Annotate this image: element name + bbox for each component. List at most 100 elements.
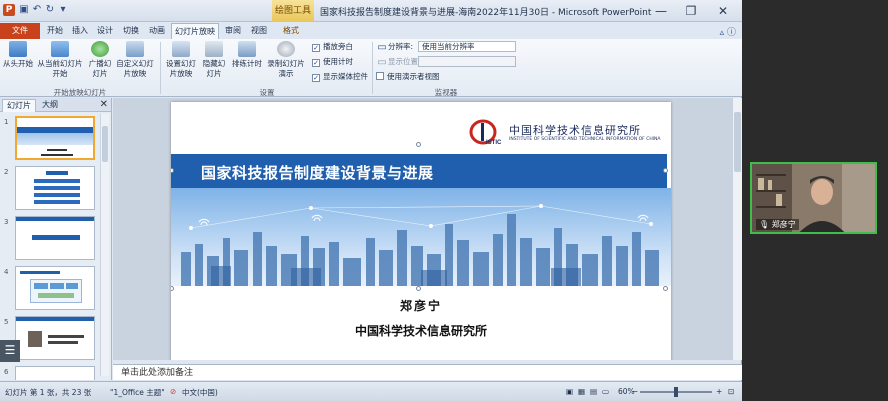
tab-slides[interactable]: 幻灯片 bbox=[2, 99, 36, 112]
resize-handle[interactable] bbox=[663, 286, 668, 291]
record-icon bbox=[277, 41, 295, 57]
tab-home[interactable]: 开始 bbox=[44, 23, 66, 39]
record-slide-show-button[interactable]: 录制幻灯片演示 bbox=[264, 41, 308, 79]
zoom-slider[interactable] bbox=[640, 387, 712, 397]
undo-icon[interactable]: ↶ bbox=[31, 4, 43, 16]
zoom-out-icon[interactable]: − bbox=[632, 387, 638, 396]
close-panel-icon[interactable]: ✕ bbox=[100, 98, 108, 112]
play-narrations-checkbox[interactable]: ✓ 播放旁白 bbox=[312, 42, 353, 52]
slide-counter: 幻灯片 第 1 张，共 23 张 bbox=[5, 388, 92, 397]
slide-thumbnail[interactable]: 3 bbox=[0, 216, 100, 262]
tab-slide-show[interactable]: 幻灯片放映 bbox=[171, 23, 219, 39]
istic-logo-icon: ISTIC bbox=[469, 119, 502, 146]
svg-text:ISTIC: ISTIC bbox=[486, 140, 502, 146]
tab-file[interactable]: 文件 bbox=[0, 23, 40, 39]
group-label-monitors: 监视器 bbox=[434, 88, 458, 97]
custom-show-button[interactable]: 自定义幻灯片放映 bbox=[114, 41, 156, 79]
title-bar: P ▣ ↶ ↻ ▾ 绘图工具 国家科技报告制度建设背景与进展-海南2022年11… bbox=[0, 0, 742, 22]
show-on-select[interactable] bbox=[418, 56, 516, 67]
webcam-participant-name: 🎙 郑彦宁 bbox=[756, 219, 799, 230]
slide-scrollbar[interactable] bbox=[732, 98, 742, 360]
from-beginning-button[interactable]: 从头开始 bbox=[2, 41, 34, 69]
rotate-handle[interactable] bbox=[416, 142, 421, 147]
close-icon[interactable]: ✕ bbox=[714, 3, 732, 19]
resize-handle[interactable] bbox=[171, 286, 174, 291]
powerpoint-logo-icon: P bbox=[3, 4, 15, 16]
current-slide[interactable]: ISTIC 中国科学技术信息研究所 INSTITUTE OF SCIENTIFI… bbox=[171, 102, 671, 360]
from-current-slide-button[interactable]: 从当前幻灯片开始 bbox=[36, 41, 84, 79]
slide-editor: ISTIC 中国科学技术信息研究所 INSTITUTE OF SCIENTIFI… bbox=[113, 98, 742, 360]
zoom-in-icon[interactable]: + bbox=[716, 387, 722, 396]
ribbon-separator bbox=[372, 42, 373, 94]
tab-transitions[interactable]: 切换 bbox=[120, 23, 142, 39]
tab-format[interactable]: 格式 bbox=[278, 23, 304, 39]
setup-icon bbox=[172, 41, 190, 57]
broadcast-icon bbox=[91, 41, 109, 57]
save-icon[interactable]: ▣ bbox=[18, 4, 30, 16]
ribbon-separator bbox=[160, 42, 161, 94]
tab-animations[interactable]: 动画 bbox=[146, 23, 168, 39]
minimize-icon[interactable]: — bbox=[652, 3, 670, 19]
istic-logo: ISTIC 中国科学技术信息研究所 INSTITUTE OF SCIENTIFI… bbox=[469, 118, 661, 148]
tab-outline[interactable]: 大纲 bbox=[38, 99, 62, 111]
show-on-label: 显示位置: bbox=[388, 57, 421, 66]
show-media-controls-checkbox[interactable]: ✓ 显示媒体控件 bbox=[312, 72, 368, 82]
custom-show-icon bbox=[126, 41, 144, 57]
hide-slide-button[interactable]: 隐藏幻灯片 bbox=[201, 41, 227, 79]
slide-thumbnail[interactable]: 4 bbox=[0, 266, 100, 312]
resize-handle[interactable] bbox=[663, 168, 668, 173]
language-indicator[interactable]: 中文(中国) bbox=[182, 387, 218, 398]
redo-icon[interactable]: ↻ bbox=[44, 4, 56, 16]
tab-view[interactable]: 视图 bbox=[248, 23, 270, 39]
slides-panel-scrollbar[interactable] bbox=[100, 114, 109, 376]
notes-pane[interactable]: 单击此处添加备注 bbox=[113, 364, 742, 380]
menu-icon[interactable]: ☰ bbox=[0, 340, 20, 362]
use-timings-checkbox[interactable]: ✓ 使用计时 bbox=[312, 57, 353, 67]
ribbon-tabs: 文件 开始 插入 设计 切换 动画 幻灯片放映 审阅 视图 格式 ▵ ⓘ bbox=[0, 22, 742, 39]
author-institute[interactable]: 中国科学技术信息研究所 bbox=[171, 322, 671, 339]
help-icon[interactable]: ▵ ⓘ bbox=[720, 25, 736, 38]
broadcast-button[interactable]: 广播幻灯片 bbox=[88, 41, 112, 79]
reading-view-icon[interactable]: ▤ bbox=[590, 387, 597, 396]
slides-panel-tabs: 幻灯片 大纲 ✕ bbox=[0, 98, 111, 112]
slide-title: 国家科技报告制度建设背景与进展 bbox=[201, 164, 434, 182]
powerpoint-window: P ▣ ↶ ↻ ▾ 绘图工具 国家科技报告制度建设背景与进展-海南2022年11… bbox=[0, 0, 742, 401]
rehearse-clock-icon bbox=[238, 41, 256, 57]
restore-icon[interactable]: ❐ bbox=[682, 3, 700, 19]
rehearse-timings-button[interactable]: 排练计时 bbox=[230, 41, 264, 69]
webcam-video: 🎙 郑彦宁 bbox=[750, 162, 877, 234]
slideshow-view-icon[interactable]: ▭ bbox=[602, 387, 609, 396]
hide-slide-icon bbox=[205, 41, 223, 57]
group-label-start-show: 开始放映幻灯片 bbox=[53, 88, 107, 97]
normal-view-icon[interactable]: ▣ bbox=[566, 387, 573, 396]
slide-thumbnail[interactable]: 6 bbox=[0, 366, 100, 380]
spellcheck-icon[interactable]: ⊘ bbox=[170, 387, 176, 396]
slide-thumbnail[interactable]: 2 bbox=[0, 166, 100, 212]
tab-design[interactable]: 设计 bbox=[94, 23, 116, 39]
presenter-view-checkbox[interactable]: 使用演示者视图 bbox=[376, 72, 440, 82]
resolution-select[interactable]: 使用当前分辨率 bbox=[418, 41, 516, 52]
logo-chinese-name: 中国科学技术信息研究所 bbox=[509, 124, 641, 137]
microphone-icon: 🎙 bbox=[759, 220, 770, 229]
drawing-tools-context-label: 绘图工具 bbox=[272, 0, 314, 22]
slideshow-play-icon bbox=[9, 41, 27, 57]
slide-sorter-icon[interactable]: ▦ bbox=[578, 387, 585, 396]
slides-panel: 幻灯片 大纲 ✕ 1 2 3 4 5 6 bbox=[0, 98, 112, 380]
customize-toolbar-icon[interactable]: ▾ bbox=[57, 4, 69, 16]
title-banner[interactable]: 国家科技报告制度建设背景与进展 bbox=[171, 154, 667, 188]
ribbon-slide-show: 从头开始 从当前幻灯片开始 广播幻灯片 自定义幻灯片放映 开始放映幻灯片 设置幻… bbox=[0, 39, 742, 97]
slide-thumbnail[interactable]: 1 bbox=[0, 116, 100, 162]
tab-review[interactable]: 审阅 bbox=[222, 23, 244, 39]
logo-english-name: INSTITUTE OF SCIENTIFIC AND TECHNICAL IN… bbox=[509, 137, 661, 142]
resize-handle[interactable] bbox=[416, 286, 421, 291]
setup-slide-show-button[interactable]: 设置幻灯片放映 bbox=[163, 41, 199, 79]
display-icon: ▭ bbox=[377, 57, 387, 68]
tab-insert[interactable]: 插入 bbox=[69, 23, 91, 39]
window-title: 国家科技报告制度建设背景与进展-海南2022年11月30日 - Microsof… bbox=[320, 8, 652, 18]
resolution-label: 分辨率: bbox=[388, 42, 414, 51]
monitor-icon: ▭ bbox=[377, 42, 387, 53]
city-skyline-image bbox=[171, 188, 671, 286]
theme-name: "1_Office 主题" bbox=[110, 388, 165, 397]
author-name[interactable]: 郑彦宁 bbox=[171, 297, 671, 314]
fit-to-window-icon[interactable]: ⊡ bbox=[728, 387, 734, 396]
